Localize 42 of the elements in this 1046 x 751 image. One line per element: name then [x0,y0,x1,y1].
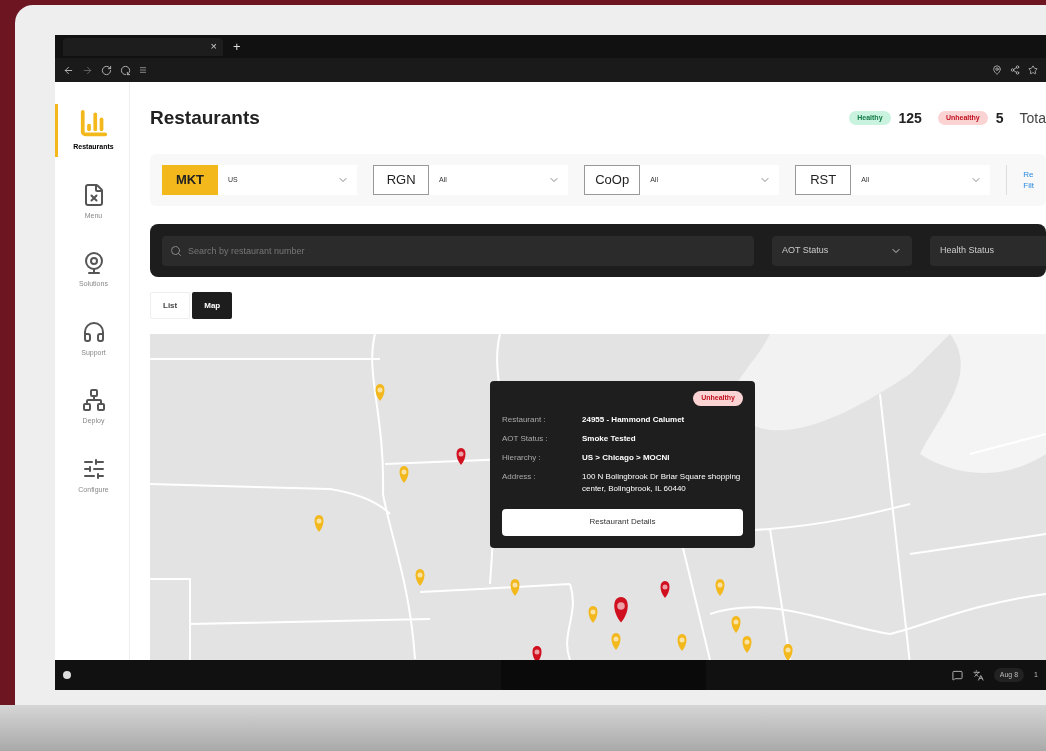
restaurant-details-button[interactable]: Restaurant Details [502,508,743,536]
share-icon[interactable] [1010,65,1020,75]
field-value: Smoke Tested [582,432,636,445]
reload-icon[interactable] [101,64,112,76]
status-dropdown[interactable]: Health Status [930,235,1046,266]
forward-icon[interactable] [82,64,93,76]
field-value: US > Chicago > MOCNI [582,451,670,464]
map-pin-icon[interactable] [614,597,628,623]
browser-tab[interactable]: × [63,37,223,56]
map-pin-icon[interactable] [532,646,542,660]
hierarchy-icon [81,388,106,412]
menu-icon[interactable] [139,66,147,74]
field-value: 100 N Bolingbrook Dr Briar Square shopping center, Bolingbrook, IL 60440 [582,470,742,495]
field-label: Hierarchy : [502,451,542,464]
status-dropdown[interactable]: AOT Status [772,235,912,266]
language-icon[interactable] [972,669,984,681]
back-icon[interactable] [63,64,74,76]
view-tab[interactable]: Map [192,292,233,319]
new-tab-button[interactable]: + [233,36,241,57]
view-tab[interactable]: List [150,292,191,319]
chat-icon[interactable] [951,669,963,681]
bar-chart-icon [78,108,109,138]
location-pin-icon[interactable] [992,65,1002,75]
launcher-icon[interactable] [63,671,71,679]
field-label: Address : [502,470,537,483]
tab-close[interactable]: × [210,38,217,55]
sliders-icon [81,456,106,481]
status-count: 125 [898,108,922,128]
field-label: AOT Status : [502,432,549,445]
search-field[interactable]: Search by restaurant number [162,235,754,266]
map-pin-icon[interactable] [660,581,670,598]
map-pin-icon[interactable] [456,448,466,465]
search-icon [170,244,182,257]
field-label: Restaurant : [502,413,547,426]
page-title: Restaurants [150,105,260,130]
headset-icon [81,319,106,344]
reset-filters-link[interactable]: Re Filt [1023,169,1034,191]
reload-icon[interactable] [120,64,131,76]
status-count: 5 [995,108,1004,128]
total-label: Tota [1019,108,1046,128]
field-value: 24955 - Hammond Calumet [582,413,685,426]
bookmark-star-icon[interactable] [1028,65,1038,75]
